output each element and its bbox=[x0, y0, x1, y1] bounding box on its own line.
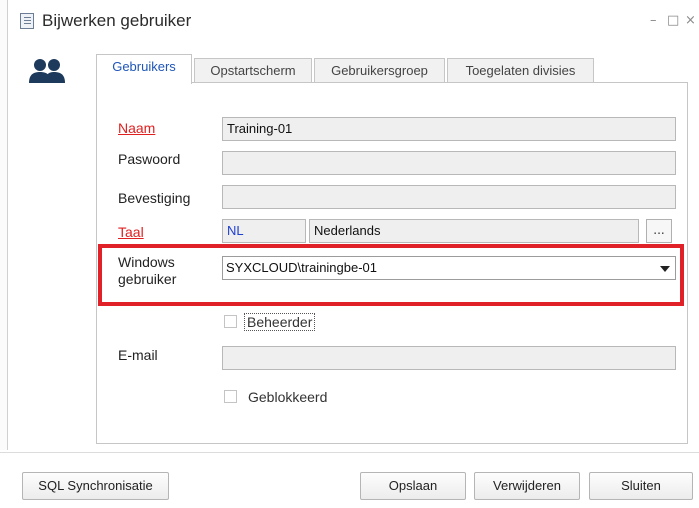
dropdown-arrow-icon[interactable] bbox=[660, 266, 670, 272]
beheerder-label[interactable]: Beheerder bbox=[244, 313, 316, 331]
close-button[interactable]: Sluiten bbox=[589, 472, 693, 500]
document-icon bbox=[20, 13, 34, 29]
windows-user-select[interactable]: SYXCLOUD\trainingbe-01 bbox=[222, 256, 676, 280]
users-icon bbox=[29, 59, 65, 83]
paswoord-field[interactable] bbox=[222, 151, 676, 175]
bevestiging-field[interactable] bbox=[222, 185, 676, 209]
window-title: Bijwerken gebruiker bbox=[42, 11, 192, 30]
taal-browse-button[interactable]: ... bbox=[646, 219, 672, 243]
windows-user-value: SYXCLOUD\trainingbe-01 bbox=[226, 260, 378, 275]
taal-label: Taal bbox=[118, 224, 144, 240]
email-field[interactable] bbox=[222, 346, 676, 370]
bevestiging-label: Bevestiging bbox=[118, 190, 191, 206]
delete-button[interactable]: Verwijderen bbox=[474, 472, 580, 500]
minimize-button[interactable]: – bbox=[650, 14, 657, 28]
maximize-button[interactable]: □ bbox=[667, 14, 679, 28]
footer-divider bbox=[0, 452, 699, 453]
taal-name-field: Nederlands bbox=[309, 219, 639, 243]
save-button[interactable]: Opslaan bbox=[360, 472, 466, 500]
geblokkeerd-label[interactable]: Geblokkeerd bbox=[248, 389, 327, 405]
sql-synchronisatie-button[interactable]: SQL Synchronisatie bbox=[22, 472, 169, 500]
naam-label: Naam bbox=[118, 120, 156, 136]
naam-field[interactable]: Training-01 bbox=[222, 117, 676, 141]
background-window-edge bbox=[0, 0, 8, 450]
beheerder-checkbox[interactable] bbox=[224, 315, 237, 328]
tab-opstartscherm[interactable]: Opstartscherm bbox=[194, 58, 312, 83]
close-window-button[interactable]: × bbox=[685, 14, 696, 28]
tab-gebruikersgroep[interactable]: Gebruikersgroep bbox=[314, 58, 445, 83]
email-label: E-mail bbox=[118, 347, 158, 363]
paswoord-label: Paswoord bbox=[118, 151, 181, 167]
tab-toegelaten-divisies[interactable]: Toegelaten divisies bbox=[447, 58, 594, 83]
windows-user-label-line1: Windows bbox=[118, 254, 175, 270]
title-bar: Bijwerken gebruiker – □ × bbox=[8, 0, 699, 42]
windows-user-label-line2: gebruiker bbox=[118, 271, 177, 287]
update-user-dialog: Bijwerken gebruiker – □ × Gebruikers Ops… bbox=[0, 0, 699, 508]
tab-gebruikers[interactable]: Gebruikers bbox=[96, 54, 192, 84]
taal-code-field[interactable]: NL bbox=[222, 219, 306, 243]
geblokkeerd-checkbox[interactable] bbox=[224, 390, 237, 403]
